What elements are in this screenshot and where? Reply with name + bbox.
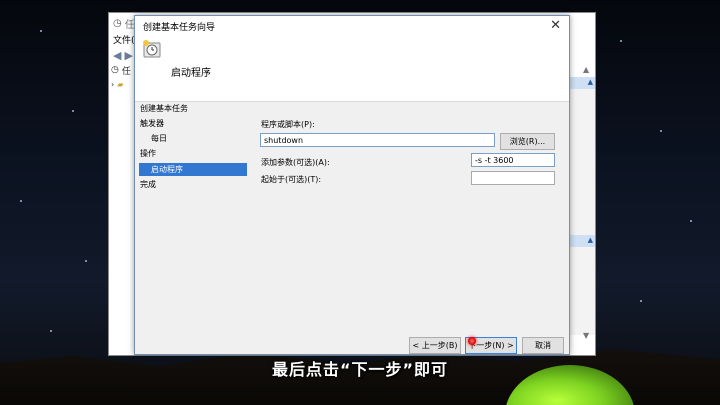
clock-icon: ◷ bbox=[111, 65, 119, 75]
add-arguments-input[interactable] bbox=[471, 153, 555, 167]
cancel-button[interactable]: 取消 bbox=[522, 337, 564, 354]
back-button[interactable]: < 上一步(B) bbox=[409, 337, 461, 354]
scroll-up-icon[interactable]: ▲ bbox=[583, 65, 593, 74]
start-in-label: 起始于(可选)(T): bbox=[261, 175, 322, 184]
program-script-input[interactable] bbox=[260, 133, 495, 147]
step-finish: 完成 bbox=[140, 180, 156, 189]
forward-arrow-icon[interactable]: ▶ bbox=[124, 49, 132, 62]
star bbox=[660, 130, 662, 132]
actions-pane: ▲ ▲ bbox=[567, 77, 595, 335]
star bbox=[50, 330, 52, 332]
wizard-body: 创建基本任务 触发器 每日 操作 启动程序 完成 程序或脚本(P): 浏览(R)… bbox=[135, 102, 569, 354]
star bbox=[40, 30, 42, 32]
task-scheduler-icon bbox=[143, 40, 161, 58]
create-basic-task-wizard: 创建基本任务向导 ✕ 启动程序 创建基本任务 触发器 每日 操作 启动程序 完成… bbox=[134, 15, 570, 355]
wizard-titlebar: 创建基本任务向导 ✕ bbox=[135, 16, 569, 36]
wizard-title: 创建基本任务向导 bbox=[143, 22, 216, 33]
program-script-label: 程序或脚本(P): bbox=[261, 120, 315, 129]
wizard-header: 启动程序 bbox=[135, 36, 569, 102]
add-arguments-label: 添加参数(可选)(A): bbox=[261, 158, 330, 167]
step-trigger: 触发器 bbox=[140, 119, 164, 128]
collapse-up-icon[interactable]: ▲ bbox=[588, 78, 593, 86]
close-icon[interactable]: ✕ bbox=[550, 18, 561, 34]
chevron-right-icon: › bbox=[111, 79, 115, 89]
collapse-up-icon[interactable]: ▲ bbox=[588, 236, 593, 244]
scroll-down-icon[interactable]: ▼ bbox=[583, 331, 593, 340]
navigation-tree: ◷ 任 › ▰ bbox=[109, 63, 137, 345]
folder-icon: ▰ bbox=[117, 79, 124, 89]
browse-button[interactable]: 浏览(R)... bbox=[500, 133, 555, 150]
star bbox=[20, 200, 22, 202]
star bbox=[72, 110, 74, 112]
star bbox=[690, 220, 692, 222]
wizard-page-title: 启动程序 bbox=[171, 68, 211, 79]
star bbox=[640, 300, 642, 302]
step-start-program: 启动程序 bbox=[139, 163, 247, 176]
back-arrow-icon[interactable]: ◀ bbox=[113, 49, 121, 62]
step-create-basic-task: 创建基本任务 bbox=[140, 104, 188, 113]
tree-item-library[interactable]: › ▰ bbox=[109, 77, 136, 91]
step-action: 操作 bbox=[140, 149, 156, 158]
video-subtitle: 最后点击“下一步”即可 bbox=[271, 360, 449, 379]
star bbox=[85, 260, 87, 262]
mouse-cursor-highlight bbox=[468, 337, 476, 345]
start-in-input[interactable] bbox=[471, 171, 555, 185]
star bbox=[620, 40, 622, 42]
tree-item-task-scheduler[interactable]: ◷ 任 bbox=[109, 63, 136, 77]
tree-item-label: 任 bbox=[121, 66, 131, 77]
step-daily: 每日 bbox=[151, 134, 167, 143]
clock-icon: ◷ bbox=[113, 17, 122, 29]
